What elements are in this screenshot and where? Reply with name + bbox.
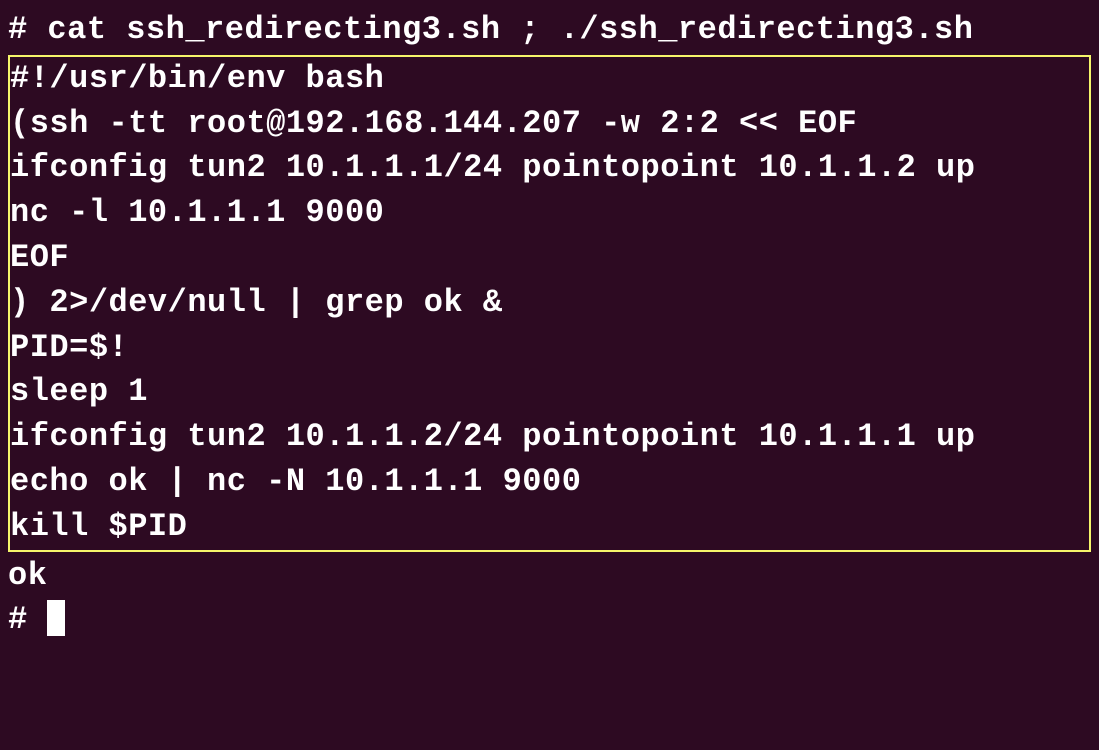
script-line: nc -l 10.1.1.1 9000: [10, 191, 1089, 236]
script-line: #!/usr/bin/env bash: [10, 57, 1089, 102]
script-line: kill $PID: [10, 505, 1089, 550]
script-line: ifconfig tun2 10.1.1.2/24 pointopoint 10…: [10, 415, 1089, 460]
prompt-char: #: [8, 601, 47, 638]
prompt-line[interactable]: #: [8, 598, 1091, 643]
script-line: ifconfig tun2 10.1.1.1/24 pointopoint 10…: [10, 146, 1089, 191]
script-line: ) 2>/dev/null | grep ok &: [10, 281, 1089, 326]
script-line: EOF: [10, 236, 1089, 281]
script-line: echo ok | nc -N 10.1.1.1 9000: [10, 460, 1089, 505]
output-line: ok: [8, 554, 1091, 599]
cursor: [47, 600, 65, 636]
script-line: sleep 1: [10, 370, 1089, 415]
script-content-box: #!/usr/bin/env bash (ssh -tt root@192.16…: [8, 55, 1091, 552]
command-line: # cat ssh_redirecting3.sh ; ./ssh_redire…: [8, 8, 1091, 53]
script-line: PID=$!: [10, 326, 1089, 371]
script-line: (ssh -tt root@192.168.144.207 -w 2:2 << …: [10, 102, 1089, 147]
terminal-output[interactable]: # cat ssh_redirecting3.sh ; ./ssh_redire…: [8, 8, 1091, 742]
